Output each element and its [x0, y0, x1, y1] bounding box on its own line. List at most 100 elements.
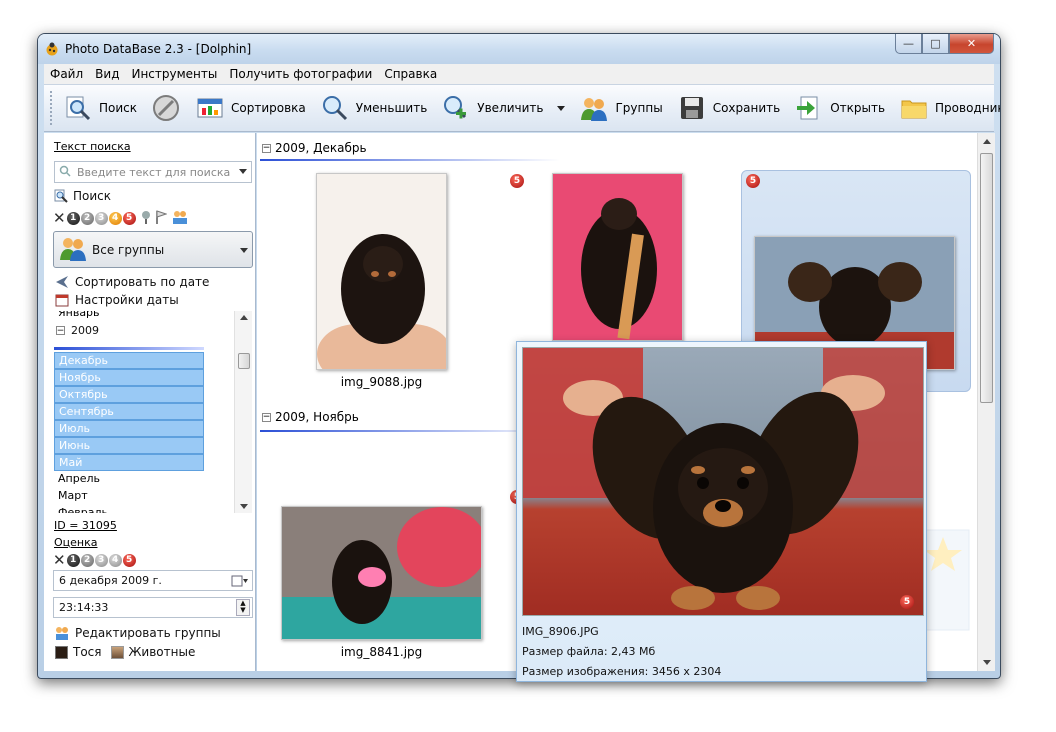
id-label[interactable]: ID = 31095 — [54, 519, 117, 532]
tree-month-item[interactable]: Июль — [54, 420, 204, 437]
rating-2-badge[interactable]: 2 — [80, 553, 94, 567]
tree-month-item[interactable]: Апрель — [54, 471, 204, 488]
menu-file[interactable]: Файл — [44, 67, 89, 81]
group-header-underline — [260, 159, 560, 161]
group-selector[interactable]: Все группы — [53, 231, 253, 268]
photo-thumbnail[interactable] — [316, 173, 447, 370]
rating-2-badge[interactable]: 2 — [80, 211, 94, 225]
dog-photo-image — [317, 174, 446, 369]
tree-month-item[interactable]: Май — [54, 454, 204, 471]
flag-icon[interactable] — [155, 209, 168, 227]
rating-4-badge[interactable]: 4 — [108, 553, 122, 567]
date-field[interactable]: 6 декабря 2009 г. — [53, 570, 253, 591]
clear-rating-icon[interactable]: ✕ — [53, 551, 66, 569]
calendar-icon — [55, 294, 69, 307]
time-field[interactable]: 23:14:33 ▲ ▼ — [53, 597, 253, 618]
photo-preview-popup: 5 IMG_8906.JPG Размер файла: 2,43 Мб Раз… — [516, 341, 927, 682]
open-button[interactable]: Открыть — [787, 88, 892, 128]
animal-icon — [110, 645, 124, 659]
toolbar-grip[interactable] — [50, 91, 52, 125]
scroll-down-icon[interactable] — [983, 660, 991, 665]
date-value: 6 декабря 2009 г. — [59, 574, 162, 587]
rating-3-badge[interactable]: 3 — [94, 553, 108, 567]
zoom-out-label: Уменьшить — [355, 101, 428, 115]
photo-caption[interactable]: img_8841.jpg — [281, 645, 482, 659]
tree-month-item[interactable]: Ноябрь — [54, 369, 204, 386]
collapse-icon[interactable]: − — [262, 412, 271, 422]
minimize-button[interactable]: — — [895, 34, 922, 54]
clear-rating-icon[interactable]: ✕ — [53, 209, 66, 227]
tree-month-item[interactable]: Июнь — [54, 437, 204, 454]
zoom-in-dropdown-icon[interactable] — [557, 105, 566, 111]
search-input[interactable]: Введите текст для поиска — [54, 161, 252, 183]
save-button[interactable]: Сохранить — [670, 88, 788, 128]
rating-5-badge[interactable]: 5 — [122, 211, 136, 225]
grid-scroll-thumb[interactable] — [980, 153, 993, 403]
photo-caption[interactable]: img_9088.jpg — [316, 375, 447, 389]
edit-groups-label: Редактировать группы — [75, 626, 221, 640]
search-text-label[interactable]: Текст поиска — [54, 140, 131, 153]
group-tag-animals[interactable]: Животные — [129, 645, 196, 659]
scroll-up-icon[interactable] — [240, 315, 248, 320]
users-icon — [58, 235, 88, 264]
scroll-up-icon[interactable] — [983, 139, 991, 144]
preview-imagesize: Размер изображения: 3456 x 2304 — [522, 665, 722, 678]
search-button[interactable]: Поиск — [56, 88, 144, 128]
rating-5-badge[interactable]: 5 — [122, 553, 136, 567]
group-dropdown-icon[interactable] — [240, 248, 248, 253]
rating-1-badge[interactable]: 1 — [66, 211, 80, 225]
photo-thumbnail[interactable] — [552, 173, 683, 341]
menu-help[interactable]: Справка — [378, 67, 443, 81]
tree-month-january[interactable]: Январь — [54, 311, 204, 322]
scroll-down-icon[interactable] — [240, 504, 248, 509]
maximize-button[interactable]: □ — [922, 34, 949, 54]
tree-month-item[interactable]: Март — [54, 488, 204, 505]
time-spinner[interactable]: ▲ ▼ — [236, 599, 250, 616]
menu-tools[interactable]: Инструменты — [125, 67, 223, 81]
search-dropdown-icon[interactable] — [239, 169, 247, 174]
tree-year-node[interactable]: − 2009 — [56, 324, 99, 337]
menu-get-photos[interactable]: Получить фотографии — [223, 67, 378, 81]
pin-icon[interactable] — [140, 210, 152, 227]
search-link-label: Поиск — [73, 189, 112, 203]
photo-rating: ✕ 1 2 3 4 5 — [53, 551, 137, 569]
stop-button[interactable] — [144, 88, 188, 128]
photo-thumbnail[interactable] — [281, 506, 482, 640]
date-settings-link[interactable]: Настройки даты — [55, 293, 179, 307]
rating-1-badge[interactable]: 1 — [66, 553, 80, 567]
sort-by-date-link[interactable]: Сортировать по дате — [55, 275, 209, 289]
open-button-label: Открыть — [830, 101, 886, 115]
edit-groups-link[interactable]: Редактировать группы — [55, 626, 221, 640]
groups-button[interactable]: Группы — [572, 88, 669, 128]
menu-view[interactable]: Вид — [89, 67, 125, 81]
month-group-header[interactable]: − 2009, Декабрь — [262, 141, 367, 155]
tree-scrollbar[interactable] — [234, 311, 252, 513]
grid-scrollbar[interactable] — [977, 133, 995, 671]
collapse-icon[interactable]: − — [56, 326, 65, 335]
tree-month-item[interactable]: Сентябрь — [54, 403, 204, 420]
menu-bar: Файл Вид Инструменты Получить фотографии… — [44, 64, 994, 84]
rating-3-badge[interactable]: 3 — [94, 211, 108, 225]
search-link[interactable]: Поиск — [54, 189, 111, 203]
sort-button[interactable]: Сортировка — [188, 88, 313, 128]
rating-label[interactable]: Оценка — [54, 536, 98, 549]
group-tag-tosya[interactable]: Тося — [73, 645, 102, 659]
zoom-out-button[interactable]: Уменьшить — [313, 88, 435, 128]
calendar-dropdown-icon[interactable] — [231, 574, 249, 593]
tree-scroll-thumb[interactable] — [238, 353, 250, 369]
rating-5-badge[interactable]: 5 — [510, 174, 524, 188]
zoom-in-button[interactable]: Увеличить — [434, 88, 572, 128]
tree-month-item[interactable]: Декабрь — [54, 352, 204, 369]
explorer-button[interactable]: Проводник — [892, 88, 1000, 128]
rating-5-badge[interactable]: 5 — [746, 174, 760, 188]
close-button[interactable]: ✕ — [949, 34, 994, 54]
window-title: Photo DataBase 2.3 - [Dolphin] — [65, 42, 252, 56]
people-group-icon[interactable] — [172, 210, 188, 227]
month-group-header[interactable]: − 2009, Ноябрь — [262, 410, 359, 424]
title-bar[interactable]: Photo DataBase 2.3 - [Dolphin] — □ ✕ — [38, 34, 1000, 64]
rating-4-badge[interactable]: 4 — [108, 211, 122, 225]
tree-month-item[interactable]: Октябрь — [54, 386, 204, 403]
collapse-icon[interactable]: − — [262, 143, 271, 153]
tree-month-item[interactable]: Февраль — [54, 505, 204, 513]
floppy-icon — [677, 93, 707, 123]
